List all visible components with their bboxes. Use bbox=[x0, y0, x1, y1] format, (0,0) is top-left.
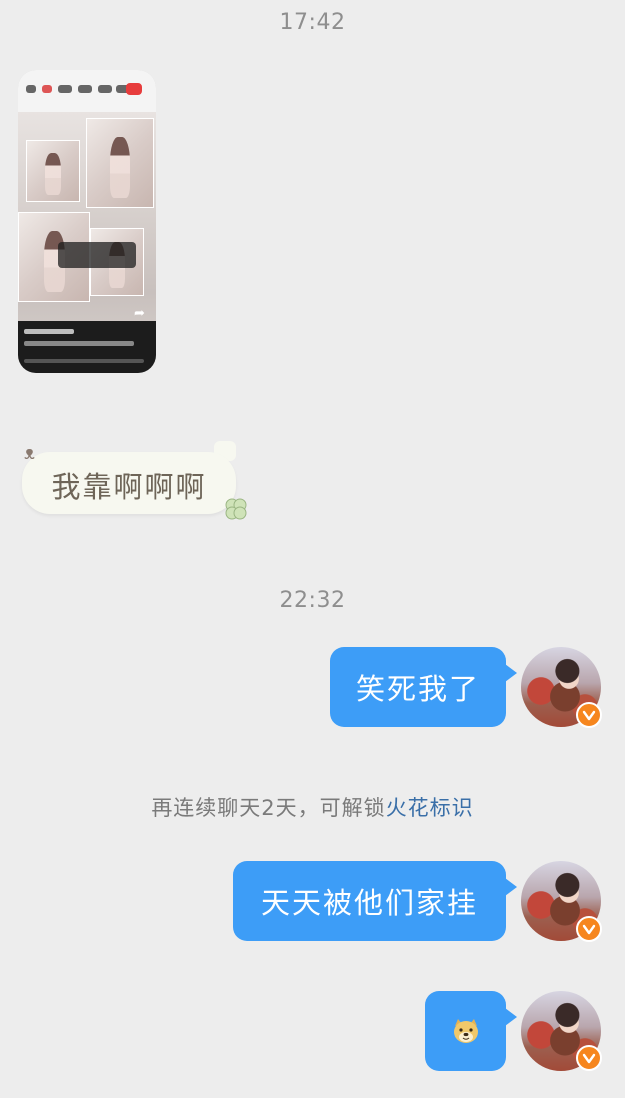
timestamp: 22:32 bbox=[279, 588, 346, 613]
system-note: 再连续聊天2天，可解锁火花标识 bbox=[0, 792, 625, 822]
image-message[interactable]: ➦ bbox=[18, 70, 156, 373]
bow-icon: ᴥ bbox=[24, 443, 35, 464]
timestamp: 17:42 bbox=[279, 10, 346, 35]
message-text: 我靠啊啊啊 bbox=[51, 470, 207, 504]
verified-badge-icon bbox=[576, 1045, 602, 1071]
doge-emoji-icon bbox=[453, 1019, 478, 1043]
bubble-tail bbox=[505, 1008, 517, 1026]
verified-badge-icon bbox=[576, 702, 602, 728]
message-text: 笑死我了 bbox=[355, 672, 480, 706]
bubble-tail bbox=[505, 878, 517, 896]
system-note-text: 再连续聊天2天，可解锁 bbox=[151, 796, 386, 820]
verified-badge-icon bbox=[576, 916, 602, 942]
message-bubble-right[interactable] bbox=[425, 991, 506, 1071]
thumbnail-topbar bbox=[18, 70, 156, 112]
message-bubble-right[interactable]: 笑死我了 bbox=[330, 647, 506, 727]
share-icon: ➦ bbox=[134, 306, 145, 321]
spark-badge-link[interactable]: 火花标识 bbox=[386, 796, 474, 820]
message-text: 天天被他们家挂 bbox=[260, 886, 478, 920]
message-bubble-left[interactable]: 我靠啊啊啊 bbox=[22, 452, 236, 514]
thumbnail-footer bbox=[18, 321, 156, 373]
message-bubble-right[interactable]: 天天被他们家挂 bbox=[233, 861, 506, 941]
clover-icon bbox=[225, 498, 247, 520]
bubble-tail bbox=[505, 664, 517, 682]
